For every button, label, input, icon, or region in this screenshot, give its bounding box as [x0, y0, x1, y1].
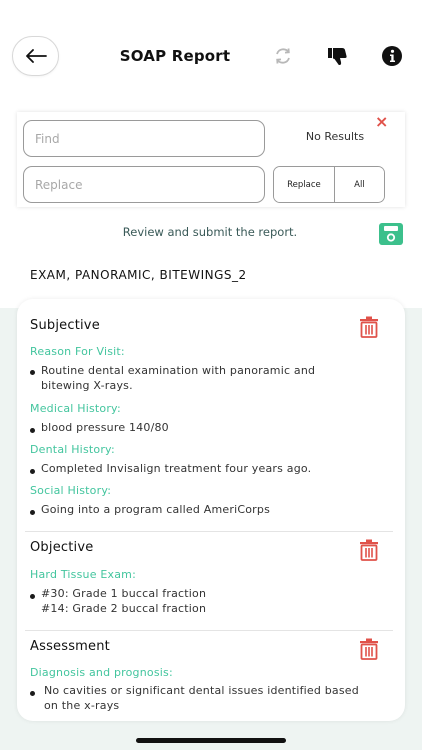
header-bar: SOAP Report — [0, 0, 422, 112]
bullet — [30, 594, 35, 599]
field-label-reason-for-visit: Reason For Visit: — [30, 345, 125, 358]
bullet — [30, 510, 35, 515]
trash-icon — [360, 638, 378, 660]
find-replace-panel: No Results × Replace All — [17, 112, 405, 207]
reason-line-1: Routine dental examination with panorami… — [41, 364, 316, 377]
section-divider — [25, 531, 393, 532]
section-divider — [25, 630, 393, 631]
diagnosis-line-1: No cavities or significant dental issues… — [44, 684, 359, 697]
replace-button[interactable]: Replace — [274, 167, 335, 202]
field-label-medical-history: Medical History: — [30, 402, 121, 415]
soap-card: Subjective Reason For Visit: Routine den… — [17, 299, 405, 721]
medical-history-value: blood pressure 140/80 — [41, 421, 169, 434]
bullet — [30, 469, 35, 474]
replace-button-group: Replace All — [273, 166, 385, 203]
section-title-subjective: Subjective — [30, 318, 100, 333]
bullet — [30, 370, 35, 375]
dental-history-value: Completed Invisalign treatment four year… — [41, 462, 312, 475]
field-label-hard-tissue-exam: Hard Tissue Exam: — [30, 568, 136, 581]
delete-subjective-button[interactable] — [359, 316, 379, 342]
replace-input[interactable] — [23, 166, 265, 203]
section-title-assessment: Assessment — [30, 639, 110, 654]
save-icon — [379, 223, 403, 245]
refresh-icon — [276, 48, 290, 64]
diagnosis-line-2: on the x-rays — [44, 699, 120, 712]
field-label-diagnosis: Diagnosis and prognosis: — [30, 666, 173, 679]
hard-tissue-line-1: #30: Grade 1 buccal fraction — [41, 587, 207, 600]
replace-all-button[interactable]: All — [334, 167, 384, 202]
section-title-objective: Objective — [30, 540, 94, 555]
thumbs-down-icon — [328, 48, 347, 65]
thumbs-down-button[interactable] — [325, 44, 349, 68]
find-status: No Results — [305, 130, 365, 143]
back-button[interactable] — [12, 36, 59, 76]
field-label-social-history: Social History: — [30, 484, 112, 497]
find-input[interactable] — [23, 120, 265, 157]
hard-tissue-line-2: #14: Grade 2 buccal fraction — [41, 602, 207, 615]
close-icon[interactable]: × — [375, 112, 388, 132]
report-name: EXAM, PANORAMIC, BITEWINGS_2 — [30, 268, 247, 282]
page-title: SOAP Report — [119, 47, 231, 65]
reason-line-2: bitewing X-rays. — [41, 379, 133, 392]
bullet — [30, 691, 35, 696]
info-icon — [382, 46, 402, 66]
delete-objective-button[interactable] — [359, 539, 379, 565]
delete-assessment-button[interactable] — [359, 638, 379, 664]
bullet — [30, 428, 35, 433]
info-button[interactable] — [380, 44, 404, 68]
field-label-dental-history: Dental History: — [30, 443, 115, 456]
refresh-button[interactable] — [271, 44, 295, 68]
trash-icon — [360, 539, 378, 561]
trash-icon — [360, 316, 378, 338]
social-history-value: Going into a program called AmeriCorps — [41, 503, 270, 516]
review-prompt: Review and submit the report. — [122, 225, 298, 239]
save-button[interactable] — [379, 223, 403, 245]
arrow-left-icon — [25, 49, 47, 63]
home-indicator[interactable] — [136, 738, 286, 743]
